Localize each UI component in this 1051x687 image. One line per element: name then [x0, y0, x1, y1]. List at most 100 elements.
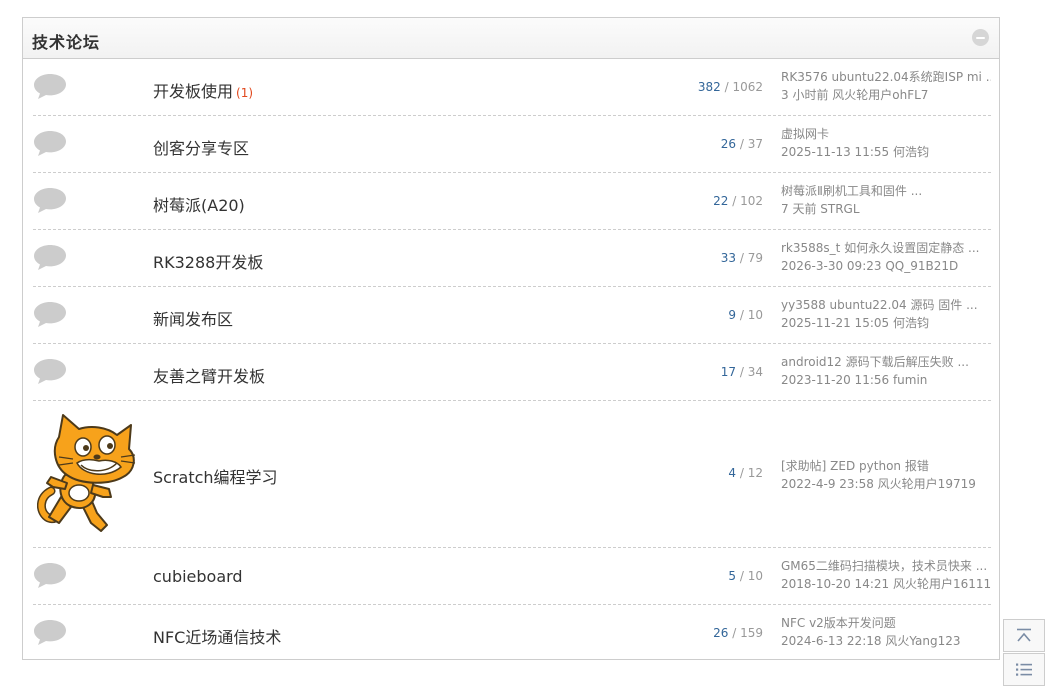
last-post-title-link[interactable]: yy3588 ubuntu22.04 源码 固件 ...: [781, 296, 991, 314]
back-to-top-button[interactable]: [1003, 619, 1045, 652]
post-count: 1062: [732, 80, 763, 94]
forum-name-link[interactable]: cubieboard: [153, 567, 246, 586]
speech-bubble-icon: [34, 302, 66, 327]
forum-row: RK3288开发板 33 / 79 rk3588s_t 如何永久设置固定静态 .…: [33, 230, 991, 287]
forum-counts: 5 / 10: [728, 569, 763, 583]
thread-count: 26: [713, 626, 729, 640]
forum-name-link[interactable]: 新闻发布区: [153, 306, 236, 330]
last-post: 树莓派Ⅱ刷机工具和固件 ... 7 天前 STRGL: [781, 182, 991, 218]
forum-row: 开发板使用 (1) 382 / 1062 RK3576 ubuntu22.04系统…: [33, 59, 991, 116]
last-post-title-link[interactable]: rk3588s_t 如何永久设置固定静态 ...: [781, 239, 991, 257]
forum-name-link[interactable]: NFC近场通信技术: [153, 624, 284, 648]
speech-bubble-icon: [34, 620, 66, 645]
last-post-title-link[interactable]: GM65二维码扫描模块，技术员快来 ...: [781, 557, 991, 575]
forum-row: 友善之臂开发板 17 / 34 android12 源码下载后解压失败 ... …: [33, 344, 991, 401]
thread-count: 17: [720, 365, 737, 379]
post-count: 79: [747, 251, 763, 265]
count-separator: /: [736, 308, 748, 322]
forum-row: 新闻发布区 9 / 10 yy3588 ubuntu22.04 源码 固件 ..…: [33, 287, 991, 344]
last-post-meta: 3 小时前 风火轮用户ohFL7: [781, 88, 929, 102]
last-post-meta: 2022-4-9 23:58 风火轮用户19719: [781, 477, 976, 491]
speech-bubble-icon: [34, 131, 66, 156]
last-post-meta: 7 天前 STRGL: [781, 202, 860, 216]
count-separator: /: [736, 569, 748, 583]
thread-count: 5: [728, 569, 737, 583]
speech-bubble-icon: [34, 188, 66, 213]
last-post-title-link[interactable]: NFC v2版本开发问题: [781, 614, 991, 632]
list-view-button[interactable]: [1003, 653, 1045, 686]
speech-bubble-icon: [34, 563, 66, 588]
category-title: 技术论坛: [32, 33, 101, 52]
forum-name-link[interactable]: RK3288开发板: [153, 249, 266, 273]
forum-counts: 26 / 37: [721, 137, 763, 151]
speech-bubble-icon: [34, 74, 66, 99]
last-post: NFC v2版本开发问题 2024-6-13 22:18 风火Yang123: [781, 614, 991, 650]
last-post: [求助帖] ZED python 报错 2022-4-9 23:58 风火轮用户…: [781, 457, 991, 493]
thread-count: 9: [728, 308, 737, 322]
side-tools: [1003, 619, 1045, 687]
last-post: android12 源码下载后解压失败 ... 2023-11-20 11:56…: [781, 353, 991, 389]
thread-count: 382: [697, 80, 721, 94]
forum-name-link[interactable]: Scratch编程学习: [153, 464, 281, 488]
forum-row: 创客分享专区 26 / 37 虚拟网卡 2025-11-13 11:55 何浩钧: [33, 116, 991, 173]
count-separator: /: [736, 137, 748, 151]
speech-bubble-icon: [34, 245, 66, 270]
count-separator: /: [736, 251, 748, 265]
post-count: 34: [747, 365, 763, 379]
thread-count: 4: [728, 466, 737, 480]
last-post-meta: 2026-3-30 09:23 QQ_91B21D: [781, 259, 959, 273]
post-count: 159: [740, 626, 763, 640]
category-header: 技术论坛: [23, 18, 999, 59]
forum-row: NFC近场通信技术 26 / 159 NFC v2版本开发问题 2024-6-1…: [33, 605, 991, 660]
last-post-title-link[interactable]: [求助帖] ZED python 报错: [781, 457, 991, 475]
today-post-count: (1): [236, 86, 254, 100]
forum-counts: 33 / 79: [721, 251, 763, 265]
post-count: 37: [747, 137, 763, 151]
last-post-title-link[interactable]: 树莓派Ⅱ刷机工具和固件 ...: [781, 182, 991, 200]
last-post-meta: 2025-11-13 11:55 何浩钧: [781, 145, 929, 159]
forum-counts: 382 / 1062: [698, 80, 763, 94]
count-separator: /: [728, 626, 741, 640]
collapse-minus-icon[interactable]: [972, 29, 989, 46]
forum-counts: 26 / 159: [713, 626, 763, 640]
last-post: RK3576 ubuntu22.04系统跑ISP mi ... 3 小时前 风火…: [781, 68, 991, 104]
forum-counts: 4 / 12: [728, 466, 763, 480]
last-post-meta: 2018-10-20 14:21 风火轮用户16111: [781, 577, 992, 591]
scratch-cat-logo[interactable]: [37, 413, 147, 535]
last-post-title-link[interactable]: android12 源码下载后解压失败 ...: [781, 353, 991, 371]
last-post-title-link[interactable]: RK3576 ubuntu22.04系统跑ISP mi ...: [781, 68, 991, 86]
post-count: 12: [747, 466, 763, 480]
last-post: 虚拟网卡 2025-11-13 11:55 何浩钧: [781, 125, 991, 161]
forum-counts: 22 / 102: [713, 194, 763, 208]
last-post-meta: 2023-11-20 11:56 fumin: [781, 373, 928, 387]
forum-name-link[interactable]: 创客分享专区: [153, 135, 252, 159]
last-post-meta: 2025-11-21 15:05 何浩钧: [781, 316, 929, 330]
speech-bubble-icon: [34, 359, 66, 384]
last-post: rk3588s_t 如何永久设置固定静态 ... 2026-3-30 09:23…: [781, 239, 991, 275]
count-separator: /: [736, 466, 748, 480]
last-post-title-link[interactable]: 虚拟网卡: [781, 125, 991, 143]
last-post: GM65二维码扫描模块，技术员快来 ... 2018-10-20 14:21 风…: [781, 557, 991, 593]
forum-counts: 17 / 34: [721, 365, 763, 379]
count-separator: /: [720, 80, 733, 94]
last-post-meta: 2024-6-13 22:18 风火Yang123: [781, 634, 961, 648]
count-separator: /: [728, 194, 741, 208]
list-icon: [1016, 663, 1032, 676]
thread-count: 33: [720, 251, 737, 265]
count-separator: /: [736, 365, 748, 379]
forum-name-link[interactable]: 树莓派(A20): [153, 192, 248, 216]
last-post: yy3588 ubuntu22.04 源码 固件 ... 2025-11-21 …: [781, 296, 991, 332]
forum-row: Scratch编程学习 4 / 12 [求助帖] ZED python 报错 2…: [33, 401, 991, 548]
thread-count: 26: [720, 137, 737, 151]
forum-category-box: 技术论坛 开发板使用 (1) 382 / 1062 RK3576 ubuntu22…: [22, 17, 1000, 660]
forum-counts: 9 / 10: [728, 308, 763, 322]
post-count: 102: [740, 194, 763, 208]
back-to-top-icon: [1017, 628, 1031, 642]
forum-name-link[interactable]: 开发板使用 (1): [153, 78, 253, 102]
forum-row: 树莓派(A20) 22 / 102 树莓派Ⅱ刷机工具和固件 ... 7 天前 S…: [33, 173, 991, 230]
forum-name-link[interactable]: 友善之臂开发板: [153, 363, 268, 387]
post-count: 10: [747, 569, 763, 583]
thread-count: 22: [713, 194, 729, 208]
post-count: 10: [747, 308, 763, 322]
forum-row: cubieboard 5 / 10 GM65二维码扫描模块，技术员快来 ... …: [33, 548, 991, 605]
